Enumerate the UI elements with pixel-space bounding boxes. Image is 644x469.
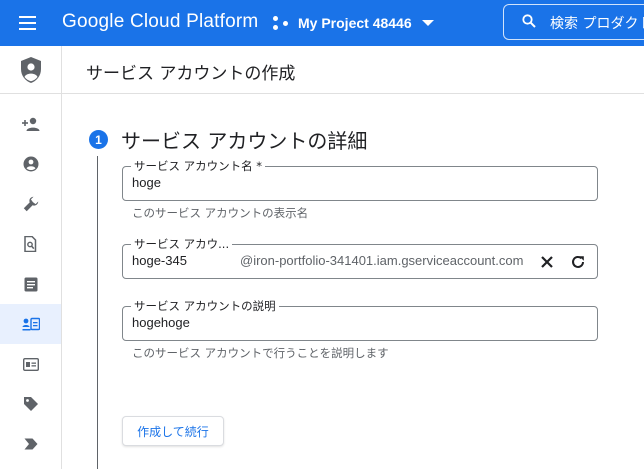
service-account-email-suffix: @iron-portfolio-341401.iam.gserviceaccou… (240, 253, 524, 268)
refresh-icon[interactable] (568, 252, 588, 272)
id-card-icon (22, 357, 39, 371)
left-nav-rail (0, 46, 62, 469)
step-number-badge: 1 (89, 130, 108, 149)
rail-header (0, 46, 62, 94)
service-account-id-field[interactable]: サービス アカウ... hoge-345 @iron-portfolio-341… (122, 236, 598, 279)
search-placeholder: 検索 プロダクト (550, 16, 644, 32)
page-header: サービス アカウントの作成 (62, 46, 644, 94)
search-icon (522, 14, 536, 28)
rail-item-troubleshooter[interactable] (0, 184, 61, 224)
notes-icon (24, 277, 37, 291)
shield-person-icon (21, 57, 41, 83)
create-and-continue-button[interactable]: 作成して続行 (122, 416, 224, 446)
product-title[interactable]: Google Cloud Platform (62, 11, 258, 33)
service-account-name-hint: このサービス アカウントの表示名 (132, 206, 309, 220)
service-account-name-field[interactable]: サービス アカウント名 * hoge (122, 158, 598, 201)
account-circle-icon (23, 156, 38, 172)
rail-item-audit-logs[interactable] (0, 264, 61, 304)
rail-item-identity[interactable] (0, 144, 61, 184)
project-dots-icon (272, 14, 290, 32)
rail-item-tags[interactable] (0, 384, 61, 424)
person-add-icon (21, 117, 39, 131)
step-title: サービス アカウントの詳細 (121, 129, 368, 153)
service-account-description-value[interactable]: hogehoge (132, 315, 190, 330)
clear-icon[interactable] (537, 252, 557, 272)
project-picker[interactable]: My Project 48446 (272, 9, 434, 37)
service-account-description-hint: このサービス アカウントで行うことを説明します (132, 346, 389, 360)
service-account-name-label: サービス アカウント名 * (131, 158, 266, 174)
top-app-bar: Google Cloud Platform My Project 48446 検… (0, 0, 644, 46)
rail-item-iam[interactable] (0, 104, 61, 144)
dropdown-caret-icon (421, 20, 434, 26)
chevron-label-icon (24, 438, 37, 450)
service-account-name-value[interactable]: hoge (132, 175, 161, 190)
project-name: My Project 48446 (298, 15, 412, 31)
hamburger-menu-icon[interactable] (14, 10, 40, 36)
service-account-id-value[interactable]: hoge-345 (132, 253, 187, 268)
rail-item-service-accounts[interactable] (0, 304, 61, 344)
document-search-icon (23, 236, 36, 252)
step-connector-line (97, 156, 98, 469)
rail-item-more[interactable] (0, 424, 61, 464)
wrench-icon (23, 196, 38, 212)
search-input[interactable]: 検索 プロダクト (503, 4, 644, 40)
rail-item-workload-identity[interactable] (0, 344, 61, 384)
rail-item-policy-analyzer[interactable] (0, 224, 61, 264)
tag-icon (23, 397, 38, 411)
service-account-description-field[interactable]: サービス アカウントの説明 hogehoge (122, 298, 598, 341)
service-account-description-label: サービス アカウントの説明 (131, 298, 279, 314)
page-title: サービス アカウントの作成 (86, 64, 296, 84)
service-account-id-label: サービス アカウ... (131, 236, 233, 252)
service-account-icon (22, 317, 40, 331)
